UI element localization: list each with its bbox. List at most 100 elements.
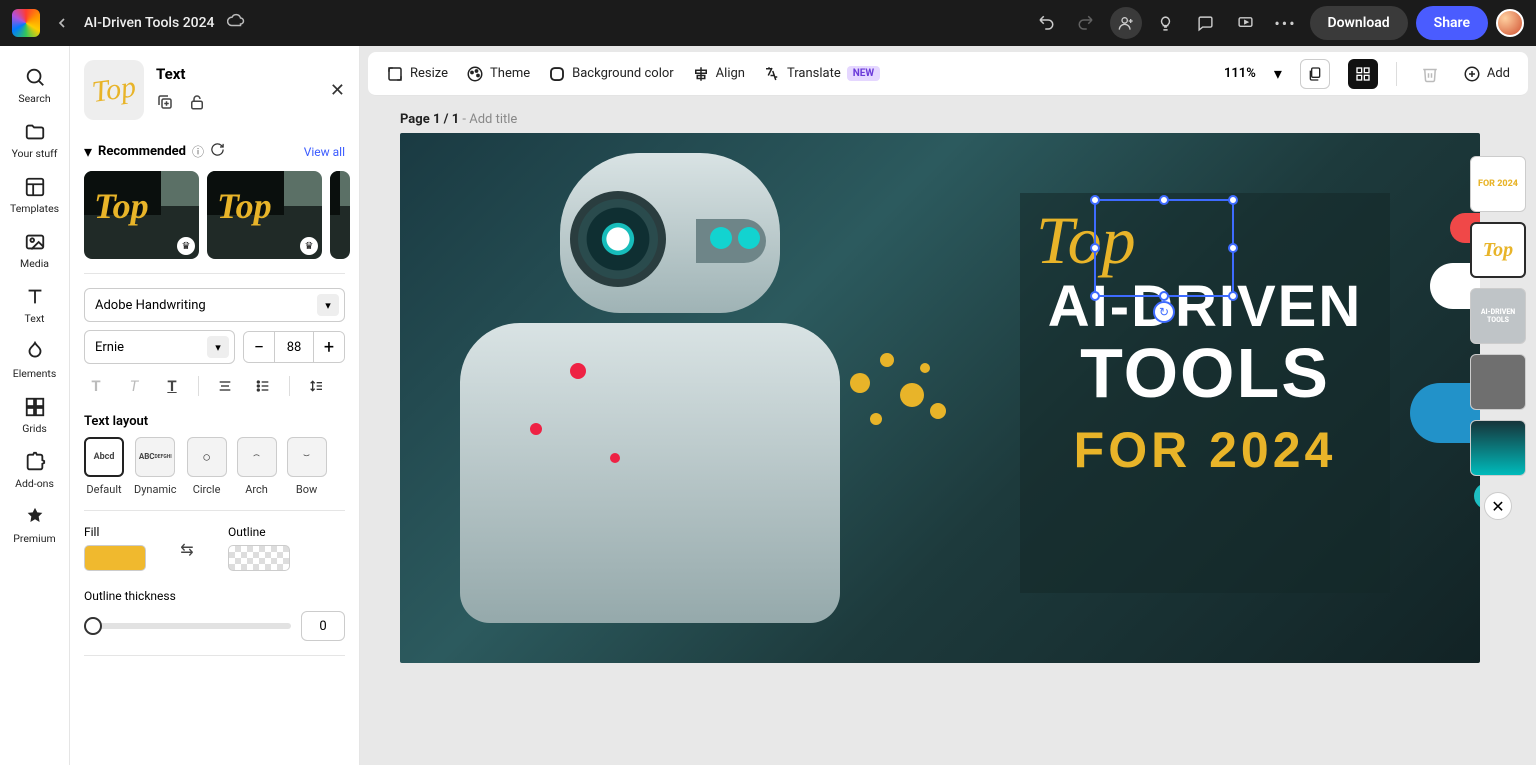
app-logo[interactable] [12,9,40,37]
zoom-dropdown-icon[interactable]: ▾ [1274,64,1282,83]
redo-icon[interactable] [1070,7,1102,39]
layout-arch[interactable]: ⌒Arch [237,437,277,496]
rail-addons[interactable]: Add-ons [6,445,64,496]
decoration-dot [570,363,586,379]
uppercase-icon[interactable]: T [84,374,108,398]
robot-illustration [710,227,732,249]
rail-label: Media [20,257,49,270]
rail-media[interactable]: Media [6,225,64,276]
comment-icon[interactable] [1190,7,1222,39]
align-button[interactable]: Align [692,65,745,83]
decrease-button[interactable]: − [244,332,274,362]
page-thumbnail[interactable] [1470,420,1526,476]
document-title[interactable]: AI-Driven Tools 2024 [84,15,215,31]
align-icon[interactable] [213,374,237,398]
list-icon[interactable] [251,374,275,398]
rail-your-stuff[interactable]: Your stuff [6,115,64,166]
rail-elements[interactable]: Elements [6,335,64,386]
headline-group[interactable]: Top AI-DRIVEN TOOLS FOR 2024 [1020,193,1390,593]
rail-templates[interactable]: Templates [6,170,64,221]
outline-color-swatch[interactable] [228,545,290,571]
font-size-input[interactable] [274,332,314,362]
rail-grids[interactable]: Grids [6,390,64,441]
recommended-card[interactable]: Top♛ [207,171,322,259]
headline-line1[interactable]: AI-DRIVEN [1036,273,1374,340]
recommended-heading: Recommended [98,144,186,159]
recommended-card[interactable] [330,171,350,259]
pages-icon[interactable] [1300,59,1330,89]
resize-button[interactable]: Resize [386,65,448,83]
rail-label: Your stuff [12,147,58,160]
collapse-thumbnails-icon[interactable]: ✕ [1484,492,1512,520]
robot-illustration [738,227,760,249]
layout-bow[interactable]: ︶Bow [287,437,327,496]
rail-label: Add-ons [15,477,54,490]
headline-for-line[interactable]: FOR 2024 [1036,421,1374,479]
fill-color-swatch[interactable] [84,545,146,571]
chevron-down-icon[interactable]: ▾ [84,142,92,161]
increase-button[interactable]: + [314,332,344,362]
decoration-bubbles [840,333,1000,493]
info-icon[interactable]: ⓘ [192,143,204,160]
line-spacing-icon[interactable] [304,374,328,398]
text-layout-heading: Text layout [84,414,345,429]
background-color-button[interactable]: Background color [548,65,674,83]
panel-title: Text [156,65,206,83]
outline-thickness-input[interactable] [301,611,345,641]
italic-icon[interactable]: T [122,374,146,398]
premium-badge-icon: ♛ [177,237,195,255]
grid-view-icon[interactable] [1348,59,1378,89]
zoom-display[interactable]: 111% [1224,66,1256,81]
share-button[interactable]: Share [1416,6,1488,40]
page-thumbnail[interactable]: Top [1470,222,1526,278]
underline-icon[interactable]: T [160,374,184,398]
left-rail: Search Your stuff Templates Media Text E… [0,46,70,765]
invite-people-icon[interactable] [1110,7,1142,39]
rail-label: Text [25,312,45,325]
fill-label: Fill [84,525,146,539]
recommended-card[interactable]: Top♛ [84,171,199,259]
layout-default[interactable]: AbcdDefault [84,437,124,496]
headline-top-text[interactable]: Top [1036,213,1374,267]
undo-icon[interactable] [1030,7,1062,39]
rail-text[interactable]: Text [6,280,64,331]
font-style-select[interactable]: ▾ [84,330,235,364]
layout-dynamic[interactable]: ABCDEFGHIDynamic [134,437,177,496]
page-thumbnail[interactable] [1470,354,1526,410]
robot-illustration [570,191,666,287]
layout-circle[interactable]: ◯Circle [187,437,227,496]
lock-icon[interactable] [188,93,206,115]
translate-button[interactable]: Translate NEW [763,65,880,83]
panel-thumbnail: Top [84,60,144,120]
close-panel-icon[interactable]: ✕ [330,80,345,101]
user-avatar[interactable] [1496,9,1524,37]
delete-icon[interactable] [1415,59,1445,89]
premium-badge-icon: ♛ [300,237,318,255]
more-icon[interactable]: ••• [1270,7,1302,39]
text-panel: Top Text ✕ ▾ Recommended ⓘ View all [70,46,360,765]
download-button[interactable]: Download [1310,6,1408,40]
cloud-sync-icon[interactable] [227,12,245,34]
page-indicator[interactable]: Page 1 / 1 - Add title [360,96,1536,133]
add-page-button[interactable]: Add [1463,65,1510,83]
refresh-icon[interactable] [210,142,225,161]
headline-line2[interactable]: TOOLS [1036,340,1374,407]
rail-search[interactable]: Search [6,60,64,111]
back-button[interactable] [48,9,76,37]
canvas-toolbar: Resize Theme Background color Align Tran… [368,52,1528,96]
font-size-stepper[interactable]: − + [243,331,345,363]
lightbulb-icon[interactable] [1150,7,1182,39]
view-all-link[interactable]: View all [304,145,345,159]
rail-label: Search [18,92,50,105]
page-thumbnail[interactable]: AI-DRIVEN TOOLS [1470,288,1526,344]
swap-fill-outline-icon[interactable]: ⇆ [176,525,198,573]
font-family-select[interactable]: ▾ [84,288,345,322]
theme-button[interactable]: Theme [466,65,530,83]
design-canvas[interactable]: Top AI-DRIVEN TOOLS FOR 2024 ↻ [400,133,1480,663]
duplicate-icon[interactable] [156,93,174,115]
page-thumbnail[interactable]: FOR 2024 [1470,156,1526,212]
present-icon[interactable] [1230,7,1262,39]
outline-thickness-slider[interactable] [84,623,291,629]
outline-label: Outline [228,525,290,539]
rail-premium[interactable]: Premium [6,500,64,551]
